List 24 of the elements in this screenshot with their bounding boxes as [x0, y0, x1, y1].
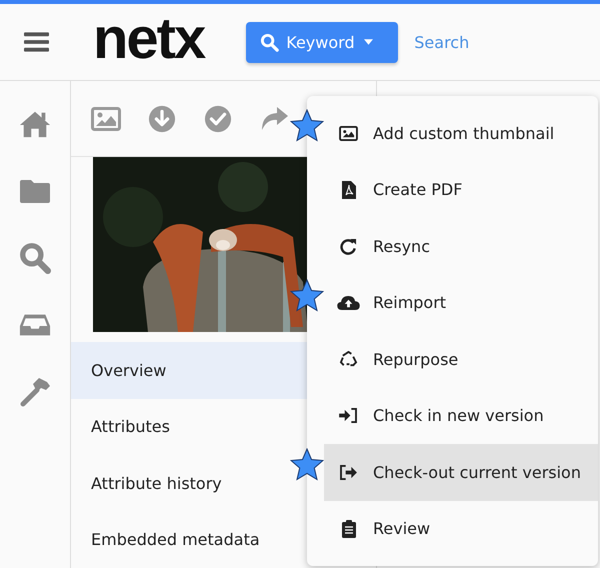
menu-item[interactable]: Check-out current version	[324, 444, 598, 500]
share-icon[interactable]	[259, 104, 289, 132]
check-circle-icon[interactable]	[203, 104, 233, 132]
search-icon[interactable]	[19, 241, 51, 275]
picture-icon[interactable]	[91, 104, 121, 132]
menu-item[interactable]: Create PDF	[324, 162, 598, 218]
menu-item[interactable]: Add custom thumbnail	[324, 105, 598, 162]
download-icon[interactable]	[147, 104, 177, 132]
search-icon	[260, 32, 280, 52]
sign-in-icon	[339, 408, 358, 424]
menu-item[interactable]: Reimport	[324, 274, 598, 331]
clipboard-icon	[342, 520, 356, 538]
cloud-upload-icon	[337, 295, 360, 310]
sign-out-icon	[339, 464, 358, 480]
pdf-file-icon	[342, 180, 356, 199]
keyword-dropdown-button[interactable]: Keyword	[246, 22, 398, 62]
logo[interactable]: netx	[93, 10, 204, 74]
menu-item[interactable]: Resync	[324, 218, 598, 274]
picture-icon	[339, 126, 358, 141]
caret-icon	[364, 39, 373, 45]
refresh-icon	[340, 238, 357, 255]
menu-item[interactable]: Review	[324, 500, 598, 557]
hammer-icon[interactable]	[19, 375, 51, 409]
menu-icon[interactable]	[24, 31, 49, 53]
